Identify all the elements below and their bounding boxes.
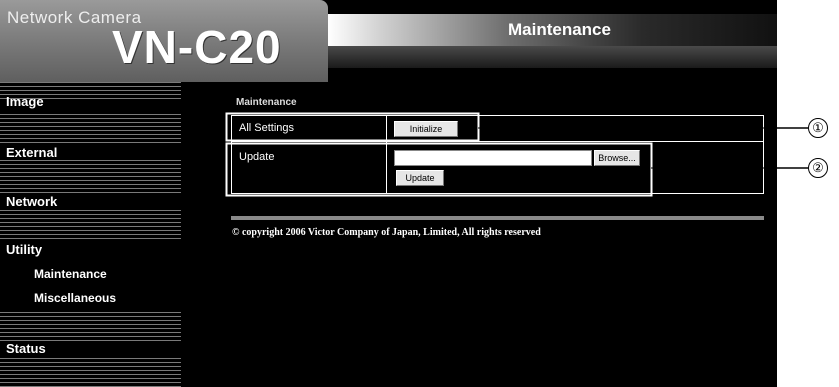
- callout-overlay: [225, 112, 808, 197]
- callout-1: ①: [808, 118, 828, 138]
- callout-2: ②: [808, 158, 828, 178]
